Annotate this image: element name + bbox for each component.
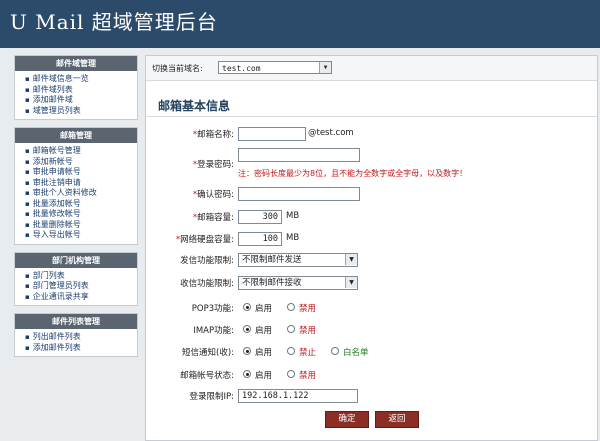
form-title: 邮箱基本信息 <box>158 99 231 113</box>
sidebar-item-department-list[interactable]: 部门列表 <box>25 271 137 282</box>
sidebar-panel-department: 部门机构管理 部门列表 部门管理员列表 企业通讯录共享 <box>14 251 138 306</box>
mailbox-name-input[interactable] <box>238 127 306 141</box>
sms-enable-radio[interactable] <box>243 347 251 355</box>
confirm-password-input[interactable] <box>238 187 360 201</box>
pop3-label: POP3功能: <box>191 304 234 314</box>
login-ip-label: 登录限制IP: <box>189 392 235 402</box>
sidebar-item-batch-add[interactable]: 批量添加帐号 <box>25 199 137 210</box>
recv-limit-label: 收信功能限制: <box>180 279 234 289</box>
pop3-enable-text: 启用 <box>255 304 273 314</box>
sidebar-item-approve-cancel[interactable]: 审批注销申请 <box>25 178 137 189</box>
app-header: U Mail 超域管理后台 <box>0 0 600 48</box>
title-divider <box>146 116 597 117</box>
sidebar-item-add-mail-list[interactable]: 添加邮件列表 <box>25 343 137 354</box>
sidebar-panel-mailbox: 邮箱管理 邮箱帐号管理 添加新帐号 审批申请帐号 审批注销申请 审批个人资料修改… <box>14 127 138 245</box>
send-limit-label: 发信功能限制: <box>180 256 234 266</box>
imap-disable-radio[interactable] <box>287 325 295 333</box>
status-enable-radio[interactable] <box>243 370 251 378</box>
mail-capacity-input[interactable]: 300 <box>238 210 282 224</box>
disk-capacity-unit: MB <box>286 233 300 243</box>
confirm-password-label: *确认密码: <box>192 190 234 200</box>
status-enable-text: 启用 <box>255 371 273 381</box>
domain-switch-bar: 切换当前域名: test.com ▼ <box>146 56 597 81</box>
sms-enable-text: 启用 <box>255 348 273 358</box>
sidebar-item-department-admins[interactable]: 部门管理员列表 <box>25 281 137 292</box>
sidebar-item-batch-edit[interactable]: 批量修改帐号 <box>25 209 137 220</box>
mail-capacity-unit: MB <box>286 211 300 221</box>
sidebar-item-approve-profile[interactable]: 审批个人资料修改 <box>25 188 137 199</box>
domain-select[interactable]: test.com ▼ <box>218 61 332 74</box>
sidebar-item-domain-overview[interactable]: 邮件域信息一览 <box>25 74 137 85</box>
status-disable-radio[interactable] <box>287 370 295 378</box>
sms-label: 短信通知(收): <box>182 348 234 358</box>
sidebar-item-add-domain[interactable]: 添加邮件域 <box>25 95 137 106</box>
sidebar-panel-title: 部门机构管理 <box>15 252 137 268</box>
recv-limit-select[interactable]: 不限制邮件接收 ▼ <box>238 276 358 290</box>
pop3-disable-radio[interactable] <box>287 303 295 311</box>
sidebar-panel-title: 邮箱管理 <box>15 128 137 143</box>
status-disable-text: 禁用 <box>299 371 317 381</box>
pop3-enable-radio[interactable] <box>243 303 251 311</box>
chevron-down-icon: ▼ <box>345 254 357 265</box>
sidebar-item-import-export[interactable]: 导入导出帐号 <box>25 230 137 241</box>
sidebar-item-batch-delete[interactable]: 批量删除帐号 <box>25 220 137 231</box>
sms-disable-text: 禁止 <box>299 348 317 358</box>
mail-capacity-label: *邮箱容量: <box>192 213 234 223</box>
chevron-down-icon: ▼ <box>319 62 331 73</box>
password-hint: 注：密码长度最少为8位，且不能为全数字或全字母，以及数字！ <box>238 169 468 178</box>
sidebar-item-account-manage[interactable]: 邮箱帐号管理 <box>25 146 137 157</box>
sidebar-item-domain-list[interactable]: 邮件域列表 <box>25 85 137 96</box>
sms-whitelist-radio[interactable] <box>331 347 339 355</box>
imap-label: IMAP功能: <box>193 326 234 336</box>
sidebar-panel-title: 邮件域管理 <box>15 56 137 71</box>
sidebar-item-address-book[interactable]: 企业通讯录共享 <box>25 292 137 303</box>
disk-capacity-input[interactable]: 100 <box>238 232 282 246</box>
sidebar-item-domain-admins[interactable]: 域管理员列表 <box>25 106 137 117</box>
imap-enable-radio[interactable] <box>243 325 251 333</box>
sms-disable-radio[interactable] <box>287 347 295 355</box>
domain-select-value: test.com <box>222 64 261 73</box>
sidebar-item-approve-apply[interactable]: 审批申请帐号 <box>25 167 137 178</box>
mailbox-name-label: *邮箱名称: <box>192 130 234 140</box>
sidebar-item-list-mail-lists[interactable]: 列出邮件列表 <box>25 332 137 343</box>
pop3-disable-text: 禁用 <box>299 304 317 314</box>
sms-whitelist-text: 白名单 <box>343 348 369 358</box>
password-input[interactable] <box>238 148 360 162</box>
send-limit-value: 不限制邮件发送 <box>242 255 302 265</box>
disk-capacity-label: *网络硬盘容量: <box>175 235 234 245</box>
sidebar-panel-title: 邮件列表管理 <box>15 314 137 329</box>
imap-enable-text: 启用 <box>255 326 273 336</box>
chevron-down-icon: ▼ <box>345 277 357 288</box>
send-limit-select[interactable]: 不限制邮件发送 ▼ <box>238 253 358 267</box>
back-button[interactable]: 返回 <box>375 411 419 428</box>
sidebar: 邮件域管理 邮件域信息一览 邮件域列表 添加邮件域 域管理员列表 邮箱管理 邮箱… <box>14 55 138 364</box>
sidebar-panel-mail-list: 邮件列表管理 列出邮件列表 添加邮件列表 <box>14 313 138 357</box>
password-label: *登录密码: <box>192 160 234 170</box>
sidebar-panel-domain: 邮件域管理 邮件域信息一览 邮件域列表 添加邮件域 域管理员列表 <box>14 55 138 120</box>
domain-switch-label: 切换当前域名: <box>152 64 203 73</box>
imap-disable-text: 禁用 <box>299 326 317 336</box>
main-content: 切换当前域名: test.com ▼ 邮箱基本信息 *邮箱名称: @test.c… <box>145 55 598 441</box>
recv-limit-value: 不限制邮件接收 <box>242 278 302 288</box>
mailbox-domain-suffix: @test.com <box>308 128 354 138</box>
sidebar-item-add-account[interactable]: 添加新帐号 <box>25 157 137 168</box>
app-title: U Mail 超域管理后台 <box>10 10 218 34</box>
account-status-label: 邮箱帐号状态: <box>180 371 234 381</box>
login-ip-input[interactable]: 192.168.1.122 <box>238 389 358 403</box>
confirm-button[interactable]: 确定 <box>325 411 369 428</box>
